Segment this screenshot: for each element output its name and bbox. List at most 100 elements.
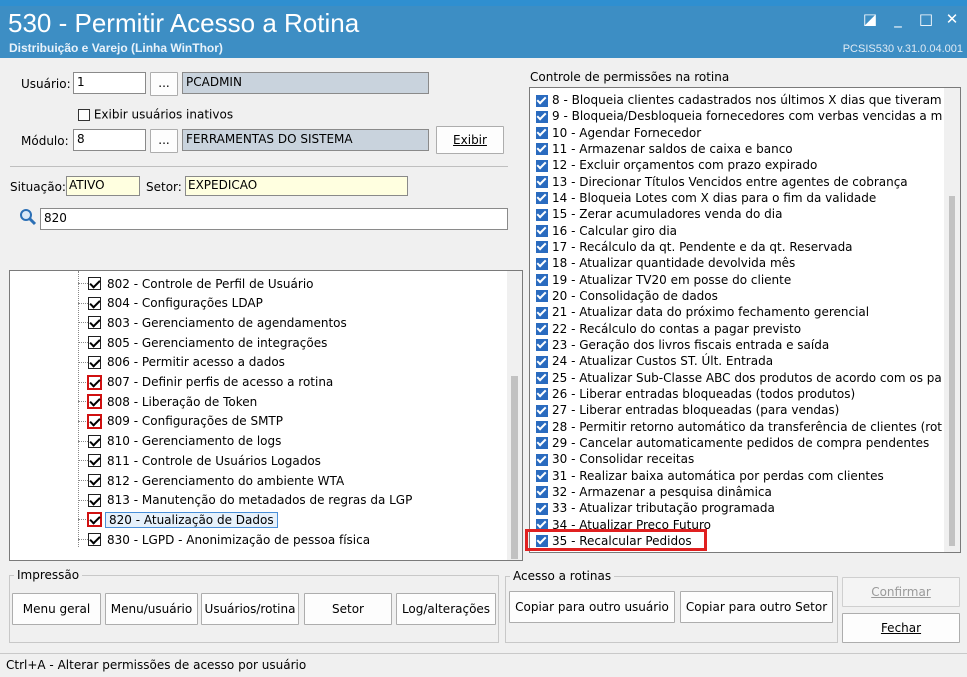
permission-checkbox[interactable] xyxy=(536,502,548,515)
permission-item[interactable]: 27 - Liberar entradas bloqueadas (para v… xyxy=(536,402,839,418)
search-input[interactable]: 820 xyxy=(40,208,508,230)
usuarios-rotina-button[interactable]: Usuários/rotina xyxy=(201,593,299,625)
tree-item-checkbox[interactable] xyxy=(88,513,101,527)
permission-item[interactable]: 9 - Bloqueia/Desbloqueia fornecedores co… xyxy=(536,108,942,124)
tree-item[interactable]: 804 - Configurações LDAP xyxy=(78,296,263,316)
permission-item[interactable]: 21 - Atualizar data do próximo fechament… xyxy=(536,304,869,320)
copy-setor-button[interactable]: Copiar para outro Setor xyxy=(680,591,833,623)
tree-item-checkbox[interactable] xyxy=(88,434,101,448)
permission-checkbox[interactable] xyxy=(536,159,548,172)
permission-checkbox[interactable] xyxy=(536,437,548,450)
setor-button[interactable]: Setor xyxy=(304,593,392,625)
tree-item-checkbox[interactable] xyxy=(88,414,101,428)
menu-geral-button[interactable]: Menu geral xyxy=(12,593,101,625)
permission-item[interactable]: 22 - Recálculo do contas a pagar previst… xyxy=(536,321,801,337)
tree-item-checkbox[interactable] xyxy=(88,533,101,547)
tree-item[interactable]: 812 - Gerenciamento do ambiente WTA xyxy=(78,473,344,493)
permission-item[interactable]: 26 - Liberar entradas bloqueadas (todos … xyxy=(536,386,855,402)
show-inactive-checkbox[interactable]: Exibir usuários inativos xyxy=(78,107,233,122)
permission-item[interactable]: 13 - Direcionar Títulos Vencidos entre a… xyxy=(536,174,908,190)
tree-item[interactable]: 803 - Gerenciamento de agendamentos xyxy=(78,315,347,335)
perm-scrollbar-thumb[interactable] xyxy=(949,196,955,546)
permission-item[interactable]: 20 - Consolidação de dados xyxy=(536,288,718,304)
minimize-icon[interactable]: _ xyxy=(887,10,909,28)
permission-checkbox[interactable] xyxy=(536,355,548,368)
permissions-list[interactable]: 8 - Bloqueia clientes cadastrados nos úl… xyxy=(529,87,961,553)
situacao-field[interactable]: ATIVO xyxy=(66,176,140,196)
tree-item-checkbox[interactable] xyxy=(88,316,101,330)
exibir-button[interactable]: Exibir xyxy=(436,126,504,154)
tree-item-checkbox[interactable] xyxy=(88,493,101,507)
tree-item[interactable]: 820 - Atualização de Dados xyxy=(78,511,278,532)
permission-checkbox[interactable] xyxy=(536,257,548,270)
permission-checkbox[interactable] xyxy=(536,421,548,434)
permission-item[interactable]: 15 - Zerar acumuladores venda do dia xyxy=(536,206,782,222)
permission-checkbox[interactable] xyxy=(536,323,548,336)
tree-item[interactable]: 808 - Liberação de Token xyxy=(78,394,257,414)
permission-item[interactable]: 23 - Geração dos livros fiscais entrada … xyxy=(536,337,829,353)
log-alteracoes-button[interactable]: Log/alterações xyxy=(396,593,496,625)
permission-item[interactable]: 14 - Bloqueia Lotes com X dias para o fi… xyxy=(536,190,876,206)
permission-item[interactable]: 29 - Cancelar automaticamente pedidos de… xyxy=(536,435,929,451)
checkbox-box[interactable] xyxy=(78,108,90,121)
tree-item-checkbox[interactable] xyxy=(88,336,101,350)
permission-item[interactable]: 10 - Agendar Fornecedor xyxy=(536,125,701,141)
tree-scrollbar-thumb[interactable] xyxy=(511,376,518,559)
permission-checkbox[interactable] xyxy=(536,372,548,385)
permission-checkbox[interactable] xyxy=(536,143,548,156)
permission-checkbox[interactable] xyxy=(536,110,548,123)
tree-item-checkbox[interactable] xyxy=(88,474,101,487)
permission-checkbox[interactable] xyxy=(536,176,548,189)
permission-checkbox[interactable] xyxy=(536,470,548,483)
permission-item[interactable]: 17 - Recálculo da qt. Pendente e da qt. … xyxy=(536,239,853,255)
permission-item[interactable]: 18 - Atualizar quantidade devolvida mês xyxy=(536,255,795,271)
maximize-icon[interactable]: □ xyxy=(915,10,937,28)
tree-item[interactable]: 809 - Configurações de SMTP xyxy=(78,414,283,434)
modulo-code-field[interactable]: 8 xyxy=(73,129,146,151)
tree-item-checkbox[interactable] xyxy=(88,296,101,310)
tree-item[interactable]: 805 - Gerenciamento de integrações xyxy=(78,335,327,355)
permission-item[interactable]: 33 - Atualizar tributação programada xyxy=(536,500,775,516)
permission-checkbox[interactable] xyxy=(536,486,548,499)
tree-item[interactable]: 810 - Gerenciamento de logs xyxy=(78,434,281,454)
fechar-button[interactable]: Fechar xyxy=(842,613,960,643)
tree-scrollbar[interactable] xyxy=(507,271,522,560)
restore-icon[interactable]: ◪ xyxy=(859,10,881,28)
permission-item[interactable]: 8 - Bloqueia clientes cadastrados nos úl… xyxy=(536,92,953,108)
tree-item[interactable]: 806 - Permitir acesso a dados xyxy=(78,355,285,375)
permission-checkbox[interactable] xyxy=(536,306,548,319)
permission-item[interactable]: 32 - Armazenar a pesquisa dinâmica xyxy=(536,484,772,500)
tree-item[interactable]: 802 - Controle de Perfil de Usuário xyxy=(78,276,314,296)
permission-item[interactable]: 31 - Realizar baixa automática por perda… xyxy=(536,468,884,484)
confirmar-button[interactable]: Confirmar xyxy=(842,577,960,607)
usuario-code-field[interactable]: 1 xyxy=(73,72,146,94)
permission-checkbox[interactable] xyxy=(536,94,548,107)
permission-checkbox[interactable] xyxy=(536,388,548,401)
tree-item-checkbox[interactable] xyxy=(88,355,101,369)
permission-checkbox[interactable] xyxy=(536,192,548,205)
perm-scrollbar[interactable] xyxy=(944,88,960,552)
tree-item-checkbox[interactable] xyxy=(88,375,101,389)
tree-item-checkbox[interactable] xyxy=(88,395,101,409)
permission-item[interactable]: 24 - Atualizar Custos ST. Últ. Entrada xyxy=(536,353,773,369)
menu-usuario-button[interactable]: Menu/usuário xyxy=(105,593,198,625)
routine-tree[interactable]: 802 - Controle de Perfil de Usuário 804 -… xyxy=(9,270,523,561)
modulo-lookup-button[interactable]: ... xyxy=(150,129,178,153)
tree-item[interactable]: 830 - LGPD - Anonimização de pessoa físi… xyxy=(78,532,370,552)
tree-item[interactable]: 811 - Controle de Usuários Logados xyxy=(78,453,321,473)
tree-item-checkbox[interactable] xyxy=(88,277,101,290)
permission-item[interactable]: 16 - Calcular giro dia xyxy=(536,223,677,239)
permission-item[interactable]: 19 - Atualizar TV20 em posse do cliente xyxy=(536,272,791,288)
close-icon[interactable]: ✕ xyxy=(941,10,963,28)
permission-item[interactable]: 11 - Armazenar saldos de caixa e banco xyxy=(536,141,793,157)
permission-item[interactable]: 28 - Permitir retorno automático da tran… xyxy=(536,419,942,435)
permission-checkbox[interactable] xyxy=(536,127,548,140)
permission-item[interactable]: 12 - Excluir orçamentos com prazo expira… xyxy=(536,157,817,173)
setor-field[interactable]: EXPEDICAO xyxy=(185,176,408,196)
permission-checkbox[interactable] xyxy=(536,274,548,287)
permission-item[interactable]: 25 - Atualizar Sub-Classe ABC dos produt… xyxy=(536,370,942,386)
permission-checkbox[interactable] xyxy=(536,241,548,254)
tree-item[interactable]: 813 - Manutenção do metadados de regras … xyxy=(78,493,412,513)
permission-checkbox[interactable] xyxy=(536,290,548,303)
copy-user-button[interactable]: Copiar para outro usuário xyxy=(509,591,675,623)
